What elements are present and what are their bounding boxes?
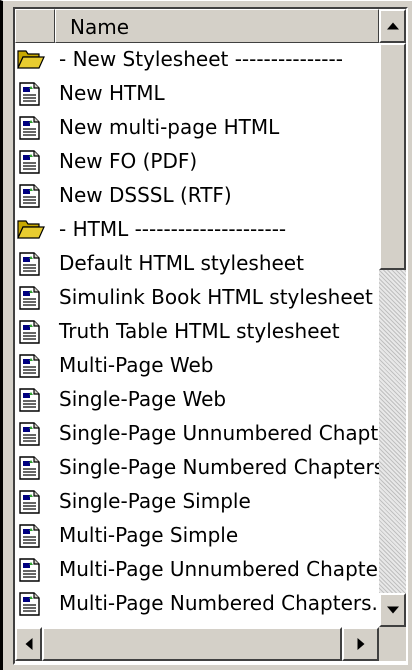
list-item-label: Single-Page Unnumbered Chapt... (59, 421, 379, 445)
list-rows: - New Stylesheet --------------- New HTML… (15, 43, 379, 627)
document-icon (17, 353, 45, 379)
document-icon (17, 489, 45, 515)
scroll-up-button[interactable] (379, 9, 406, 43)
document-icon (17, 183, 45, 209)
list-item-label: Simulink Book HTML stylesheet (59, 285, 373, 309)
horizontal-scrollbar[interactable] (15, 627, 379, 661)
name-column-label: Name (70, 15, 130, 39)
list-item[interactable]: New FO (PDF) (15, 145, 379, 179)
list-item-label: - HTML --------------------- (59, 217, 287, 241)
arrow-right-icon (357, 638, 364, 650)
list-item[interactable]: - HTML --------------------- (15, 213, 379, 247)
scroll-left-button[interactable] (15, 627, 42, 661)
document-icon (17, 251, 45, 277)
list-header: Name (15, 9, 379, 43)
document-icon (17, 523, 45, 549)
name-column-header[interactable]: Name (55, 9, 379, 43)
list-item-label: Multi-Page Unnumbered Chapter... (59, 557, 379, 581)
arrow-down-icon (386, 606, 399, 614)
scroll-down-button[interactable] (379, 593, 406, 627)
list-item[interactable]: Multi-Page Simple (15, 519, 379, 553)
list-item-label: New HTML (59, 81, 165, 105)
list-item-label: New FO (PDF) (59, 149, 198, 173)
scroll-right-button[interactable] (342, 627, 379, 661)
list-item[interactable]: New DSSSL (RTF) (15, 179, 379, 213)
icon-column-header[interactable] (15, 9, 55, 43)
list-item-label: New DSSSL (RTF) (59, 183, 232, 207)
stylesheet-list[interactable]: Name - New Stylesheet --------------- New… (13, 7, 408, 665)
document-icon (17, 115, 45, 141)
list-item[interactable]: Simulink Book HTML stylesheet (15, 281, 379, 315)
document-icon (17, 319, 45, 345)
list-item[interactable]: Single-Page Unnumbered Chapt... (15, 417, 379, 451)
list-item-label: Multi-Page Web (59, 353, 214, 377)
list-item[interactable]: New HTML (15, 77, 379, 111)
list-item[interactable]: Single-Page Simple (15, 485, 379, 519)
document-icon (17, 387, 45, 413)
scrollbar-corner (379, 627, 406, 661)
list-item[interactable]: Multi-Page Unnumbered Chapter... (15, 553, 379, 587)
list-item[interactable]: Multi-Page Numbered Chapters... (15, 587, 379, 621)
list-item[interactable]: Single-Page Numbered Chapters... (15, 451, 379, 485)
window-frame: Name - New Stylesheet --------------- New… (0, 0, 412, 670)
list-item-label: Single-Page Web (59, 387, 227, 411)
list-item-label: New multi-page HTML (59, 115, 280, 139)
list-item-label: Multi-Page Simple (59, 523, 239, 547)
list-item-label: Multi-Page Numbered Chapters... (59, 591, 379, 615)
document-icon (17, 455, 45, 481)
document-icon (17, 421, 45, 447)
document-icon (17, 285, 45, 311)
list-item[interactable]: - New Stylesheet --------------- (15, 43, 379, 77)
list-item-label: - New Stylesheet --------------- (59, 47, 343, 71)
folder-open-icon (17, 47, 45, 73)
vertical-scrollbar[interactable] (379, 9, 406, 627)
list-item-label: Single-Page Numbered Chapters... (59, 455, 379, 479)
list-item[interactable]: Default HTML stylesheet (15, 247, 379, 281)
list-item[interactable]: New multi-page HTML (15, 111, 379, 145)
document-icon (17, 557, 45, 583)
list-item-label: Single-Page Simple (59, 489, 251, 513)
document-icon (17, 149, 45, 175)
folder-open-icon (17, 217, 45, 243)
document-icon (17, 81, 45, 107)
list-item-label: Default HTML stylesheet (59, 251, 304, 275)
list-item[interactable]: Multi-Page Web (15, 349, 379, 383)
list-item[interactable]: Truth Table HTML stylesheet (15, 315, 379, 349)
arrow-left-icon (25, 638, 32, 650)
arrow-up-icon (386, 22, 399, 30)
document-icon (17, 591, 45, 617)
list-item-label: Truth Table HTML stylesheet (59, 319, 340, 343)
list-item[interactable]: Single-Page Web (15, 383, 379, 417)
vertical-scroll-thumb[interactable] (379, 43, 406, 270)
horizontal-scroll-thumb[interactable] (42, 627, 342, 661)
